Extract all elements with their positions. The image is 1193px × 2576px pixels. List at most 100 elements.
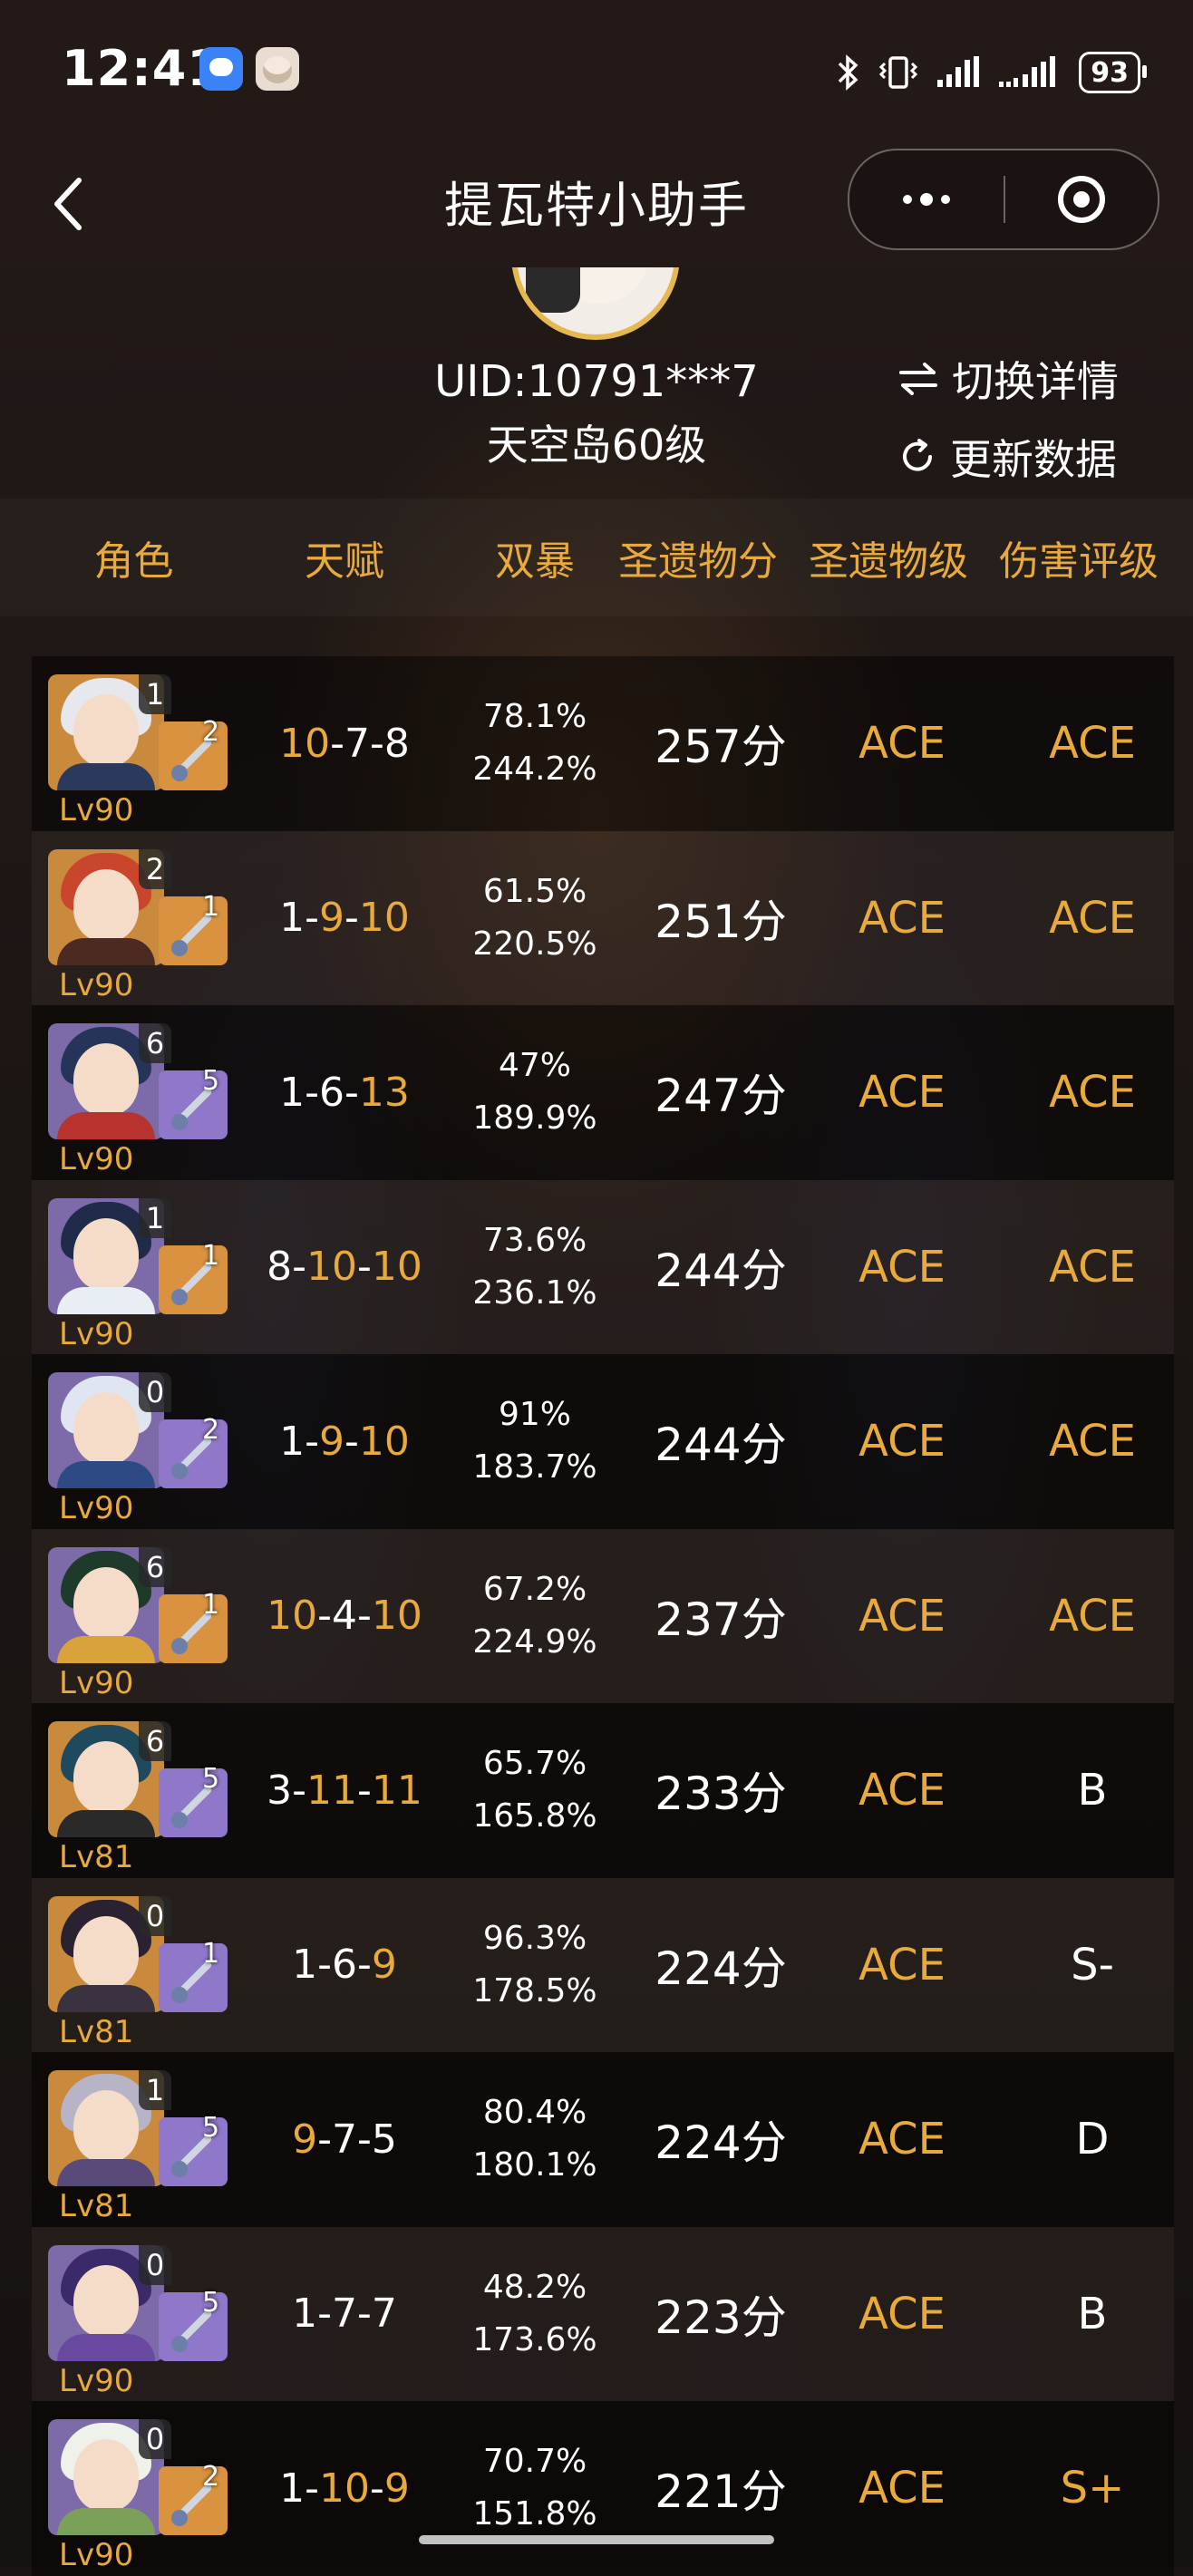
refresh-data-button[interactable]: 更新数据 xyxy=(897,427,1117,487)
table-row[interactable]: 0 1 Lv81 1-6-9 96.3% 178.5% 224分 ACE S- xyxy=(32,1877,1174,2053)
crit-stats: 48.2% 173.6% xyxy=(444,2227,626,2402)
vibrate-icon xyxy=(879,56,918,89)
artifact-score: 247分 xyxy=(655,1070,787,1123)
table-row[interactable]: 6 5 Lv81 3-11-11 65.7% 165.8% 233分 ACE B xyxy=(32,1703,1174,1878)
artifact-score: 251分 xyxy=(655,895,787,948)
talent-separator: - xyxy=(330,720,344,767)
switch-details-button[interactable]: 切换详情 xyxy=(897,349,1119,409)
header-character: 角色 xyxy=(93,538,174,585)
crit-stats: 96.3% 178.5% xyxy=(444,1878,626,2053)
table-row[interactable]: 2 1 Lv90 1-9-10 61.5% 220.5% 251分 ACE ACE xyxy=(32,830,1174,1006)
talent-levels: 1-10-9 xyxy=(249,2401,440,2576)
artifact-grade: ACE xyxy=(858,1590,946,1641)
portrait-face xyxy=(73,868,139,942)
crit-stats: 65.7% 165.8% xyxy=(444,1703,626,1878)
home-indicator xyxy=(419,2535,774,2544)
talent-separator: - xyxy=(305,895,319,942)
artifact-grade: ACE xyxy=(858,1241,946,1293)
artifact-grade: ACE xyxy=(858,1765,946,1816)
close-button[interactable] xyxy=(1005,150,1158,248)
artifact-score: 224分 xyxy=(655,1942,787,1995)
system-icons: 93 xyxy=(836,47,1147,98)
talent-separator: - xyxy=(317,2116,332,2163)
header-artifact-score: 圣遗物分 xyxy=(618,538,778,585)
artifact-grade: ACE xyxy=(858,1939,946,1990)
crit-damage: 220.5% xyxy=(472,925,597,963)
table-row[interactable]: 0 2 Lv90 1-10-9 70.7% 151.8% 221分 ACE S+ xyxy=(32,2401,1174,2576)
talent-separator: - xyxy=(370,2465,384,2512)
portrait-face xyxy=(73,1566,139,1640)
talent-value: 1 xyxy=(279,1069,306,1116)
character-level: Lv81 xyxy=(59,2013,134,2050)
refinement-badge: 2 xyxy=(202,2461,220,2493)
talent-separator: - xyxy=(317,1593,332,1640)
avatar-app-icon xyxy=(256,47,299,91)
crit-damage: 180.1% xyxy=(472,2146,597,2184)
more-dots-icon xyxy=(903,195,912,204)
artifact-score: 237分 xyxy=(655,1593,787,1646)
crit-damage: 165.8% xyxy=(472,1797,597,1835)
talent-levels: 10-7-8 xyxy=(249,656,440,831)
crit-stats: 91% 183.7% xyxy=(444,1354,626,1529)
talent-separator: - xyxy=(317,2290,332,2338)
damage-grade: ACE xyxy=(1049,1241,1136,1293)
constellation-badge: 1 xyxy=(139,2070,171,2110)
talent-value: 10 xyxy=(279,720,331,767)
refresh-icon xyxy=(903,439,932,471)
table-row[interactable]: 1 2 Lv90 10-7-8 78.1% 244.2% 257分 ACE ACE xyxy=(32,656,1174,831)
artifact-score: 224分 xyxy=(655,2116,787,2170)
damage-grade: B xyxy=(1077,2288,1108,2339)
crit-stats: 70.7% 151.8% xyxy=(444,2401,626,2576)
talent-value: 11 xyxy=(306,1767,357,1814)
table-row[interactable]: 1 5 Lv81 9-7-5 80.4% 180.1% 224分 ACE D xyxy=(32,2052,1174,2227)
portrait-outfit xyxy=(57,2159,155,2186)
clock: 12:41 xyxy=(62,40,222,97)
damage-grade: S+ xyxy=(1060,2463,1125,2514)
damage-grade: ACE xyxy=(1049,1067,1136,1119)
talent-value: 10 xyxy=(267,1593,318,1640)
crit-damage: 183.7% xyxy=(472,1448,597,1487)
crit-rate: 47% xyxy=(498,1047,571,1085)
table-row[interactable]: 6 5 Lv90 1-6-13 47% 189.9% 247分 ACE ACE xyxy=(32,1005,1174,1180)
artifact-score: 244分 xyxy=(655,1244,787,1297)
table-row[interactable]: 6 1 Lv90 10-4-10 67.2% 224.9% 237分 ACE ACE xyxy=(32,1528,1174,1704)
talent-separator: - xyxy=(357,2290,372,2338)
artifact-grade: ACE xyxy=(858,1067,946,1119)
talent-separator: - xyxy=(292,1244,306,1291)
constellation-badge: 1 xyxy=(139,674,171,714)
profile-section: UID:10791***7 天空岛60级 切换详情 更新数据 xyxy=(0,195,1193,499)
talent-value: 9 xyxy=(383,2465,410,2512)
crit-damage: 151.8% xyxy=(472,2495,597,2533)
status-bar: 12:41 93 xyxy=(0,0,1193,145)
talent-value: 4 xyxy=(332,1593,357,1640)
talent-value: 7 xyxy=(332,2290,357,2338)
crit-damage: 173.6% xyxy=(472,2320,597,2358)
crit-rate: 70.7% xyxy=(482,2443,587,2481)
table-row[interactable]: 0 5 Lv90 1-7-7 48.2% 173.6% 223分 ACE B xyxy=(32,2226,1174,2402)
crit-stats: 73.6% 236.1% xyxy=(444,1180,626,1355)
portrait-outfit xyxy=(57,1810,155,1837)
talent-value: 9 xyxy=(371,1942,397,1989)
artifact-score: 223分 xyxy=(655,2290,787,2344)
talent-separator: - xyxy=(357,2116,372,2163)
constellation-badge: 0 xyxy=(139,1895,171,1936)
talent-value: 8 xyxy=(383,720,410,767)
constellation-badge: 2 xyxy=(139,848,171,889)
artifact-score: 233分 xyxy=(655,1767,787,1821)
more-button[interactable] xyxy=(849,150,1004,248)
table-row[interactable]: 0 2 Lv90 1-9-10 91% 183.7% 244分 ACE ACE xyxy=(32,1354,1174,1529)
table-row[interactable]: 1 1 Lv90 8-10-10 73.6% 236.1% 244分 ACE ACE xyxy=(32,1179,1174,1355)
talent-value: 9 xyxy=(292,2116,318,2163)
crit-stats: 61.5% 220.5% xyxy=(444,831,626,1006)
crit-stats: 67.2% 224.9% xyxy=(444,1529,626,1704)
refinement-badge: 1 xyxy=(202,1937,220,1970)
table-header: 角色 天赋 双暴 圣遗物分 圣遗物级 伤害评级 xyxy=(0,499,1193,616)
artifact-grade: ACE xyxy=(858,2288,946,2339)
talent-levels: 1-9-10 xyxy=(249,1354,440,1529)
talent-value: 7 xyxy=(371,2290,397,2338)
damage-grade: ACE xyxy=(1049,1590,1136,1641)
talent-separator: - xyxy=(305,1418,319,1465)
artifact-grade: ACE xyxy=(858,892,946,944)
talent-separator: - xyxy=(305,2465,319,2512)
talent-separator: - xyxy=(305,1069,319,1116)
